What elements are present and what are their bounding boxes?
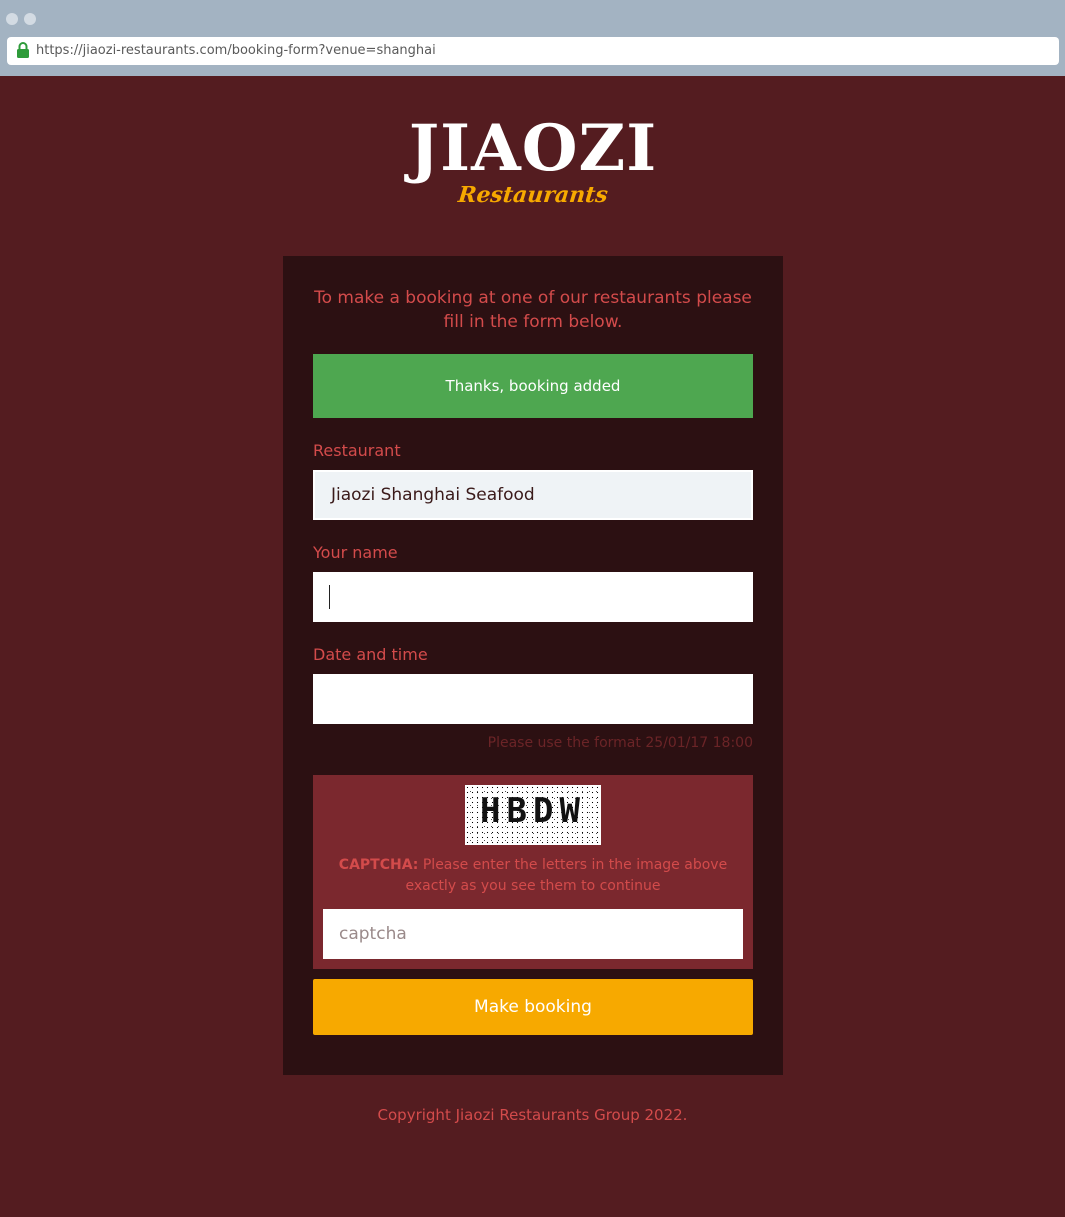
datetime-label: Date and time bbox=[313, 645, 428, 664]
browser-chrome: https://jiaozi-restaurants.com/booking-f… bbox=[0, 0, 1065, 76]
make-booking-button[interactable]: Make booking bbox=[313, 979, 753, 1035]
window-control-dot[interactable] bbox=[6, 13, 18, 25]
booking-form-card: To make a booking at one of our restaura… bbox=[283, 256, 783, 1075]
url-text[interactable]: https://jiaozi-restaurants.com/booking-f… bbox=[36, 43, 436, 58]
restaurant-select-value: Jiaozi Shanghai Seafood bbox=[331, 485, 535, 505]
captcha-label: CAPTCHA: bbox=[338, 857, 419, 873]
form-intro-text: To make a booking at one of our restaura… bbox=[314, 288, 752, 332]
name-input[interactable] bbox=[313, 572, 753, 622]
address-bar[interactable]: https://jiaozi-restaurants.com/booking-f… bbox=[7, 37, 1059, 65]
captcha-image-text: HBDW bbox=[480, 791, 586, 831]
text-cursor bbox=[329, 585, 330, 609]
captcha-panel: HBDW CAPTCHA: Please enter the letters i… bbox=[313, 775, 753, 969]
restaurant-label: Restaurant bbox=[313, 441, 401, 460]
captcha-instruction-text: Please enter the letters in the image ab… bbox=[405, 857, 728, 894]
logo-wordmark: JIAOZI bbox=[408, 111, 658, 186]
name-label: Your name bbox=[313, 543, 398, 562]
window-control-dot[interactable] bbox=[24, 13, 36, 25]
captcha-instructions: CAPTCHA: Please enter the letters in the… bbox=[323, 855, 743, 897]
lock-icon bbox=[17, 42, 29, 58]
footer-copyright: Copyright Jiaozi Restaurants Group 2022. bbox=[377, 1106, 688, 1124]
logo-subtitle: Restaurants bbox=[456, 182, 610, 208]
datetime-input[interactable] bbox=[313, 674, 753, 724]
brand-logo: JIAOZI Restaurants bbox=[398, 111, 668, 209]
restaurant-select[interactable]: Jiaozi Shanghai Seafood bbox=[313, 470, 753, 520]
captcha-image: HBDW bbox=[465, 785, 601, 845]
captcha-input[interactable] bbox=[323, 909, 743, 959]
datetime-format-hint: Please use the format 25/01/17 18:00 bbox=[487, 735, 753, 751]
success-alert: Thanks, booking added bbox=[313, 354, 753, 418]
